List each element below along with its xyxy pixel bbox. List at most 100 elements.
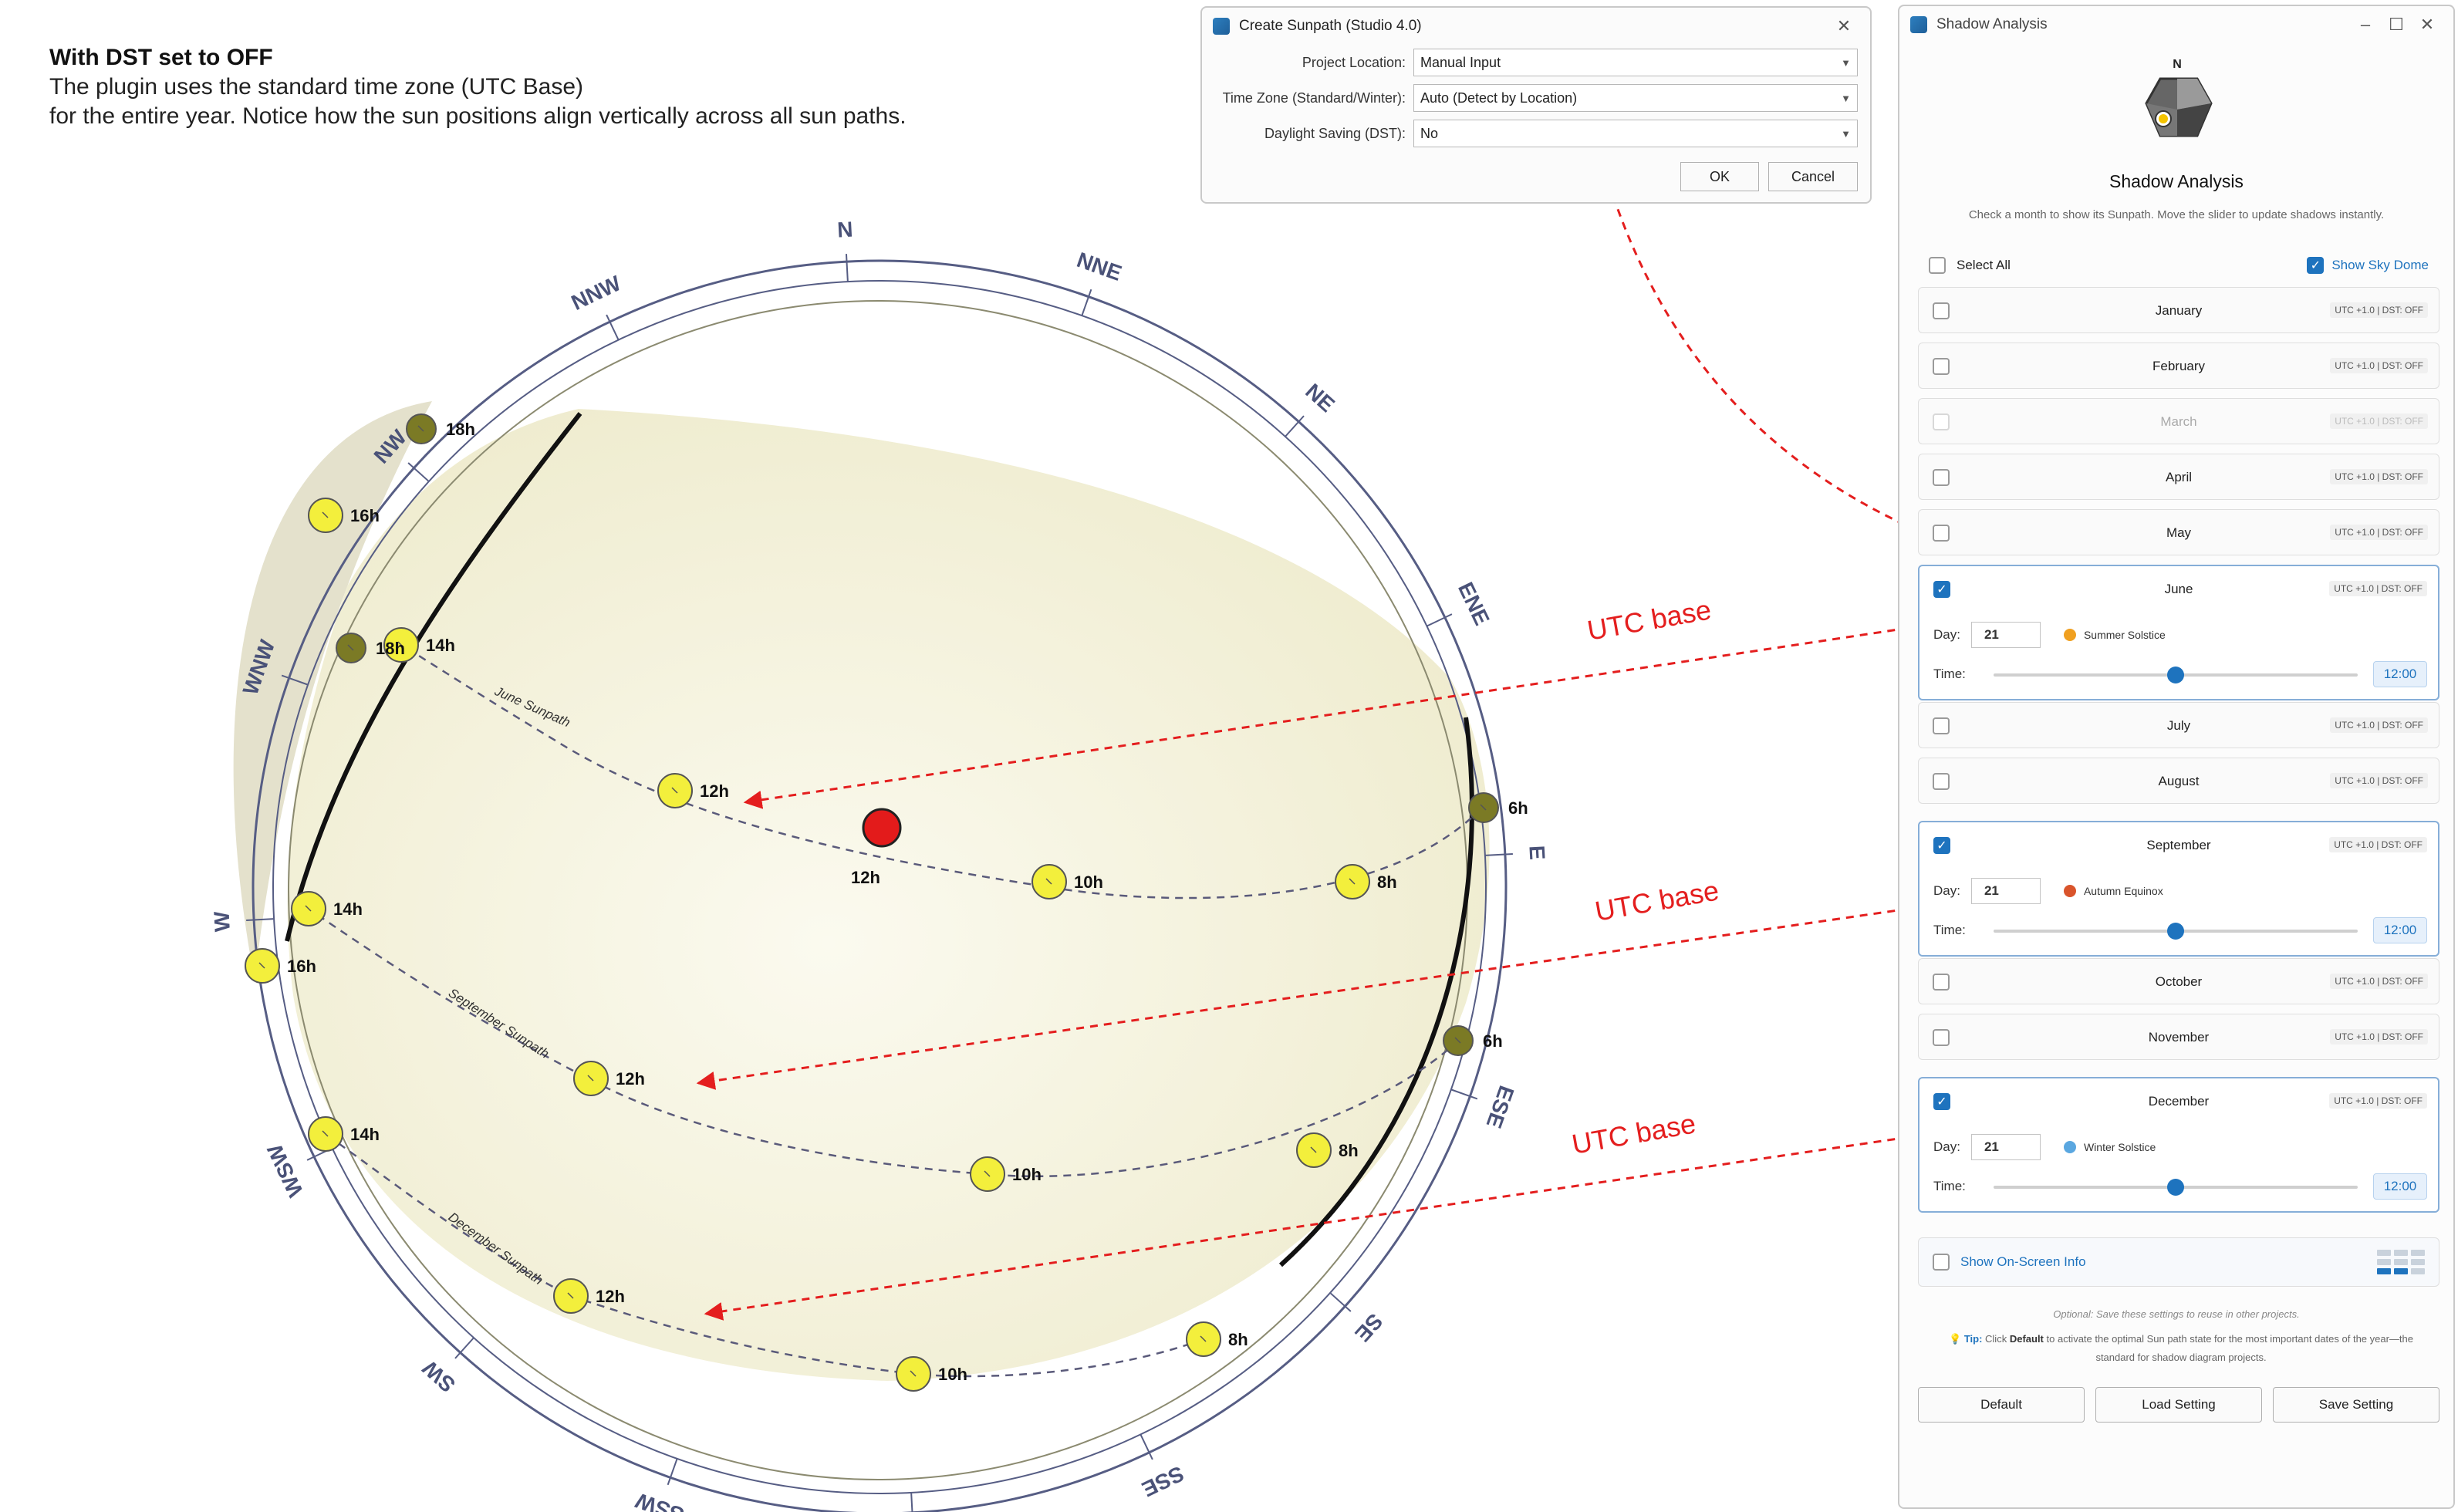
ok-button[interactable]: OK [1680, 162, 1759, 191]
timezone-badge: UTC +1.0 | DST: OFF [2330, 1029, 2428, 1045]
close-icon[interactable]: ✕ [1828, 16, 1859, 36]
sky-dome [233, 401, 1490, 1381]
time-value[interactable]: 12:00 [2373, 917, 2427, 943]
month-card[interactable]: February UTC +1.0 | DST: OFF [1918, 343, 2439, 389]
cancel-button[interactable]: Cancel [1768, 162, 1858, 191]
month-card[interactable]: October UTC +1.0 | DST: OFF [1918, 958, 2439, 1004]
compass-label: NNE [1074, 248, 1125, 285]
event-icon [2063, 1141, 2076, 1153]
field-select[interactable]: Manual Input ▼ [1413, 49, 1858, 76]
month-card[interactable]: January UTC +1.0 | DST: OFF [1918, 287, 2439, 333]
hour-label: 8h [1377, 872, 1397, 892]
time-value[interactable]: 12:00 [2373, 661, 2427, 687]
tip-text: 💡 Tip: Click Default to activate the opt… [1930, 1330, 2432, 1367]
tip-post: to activate the optimal Sun path state f… [2046, 1333, 2413, 1363]
time-value[interactable]: 12:00 [2373, 1173, 2427, 1200]
month-card[interactable]: ✓ June UTC +1.0 | DST: OFF Day: 21 Summer Sol… [1918, 565, 2439, 700]
timezone-badge: UTC +1.0 | DST: OFF [2330, 358, 2428, 373]
dialog-titlebar: Create Sunpath (Studio 4.0) ✕ [1202, 8, 1870, 45]
day-input[interactable]: 21 [1970, 622, 2041, 648]
day-row: Day: 21 Autumn Equinox [1933, 878, 2163, 904]
timezone-badge: UTC +1.0 | DST: OFF [2330, 525, 2428, 540]
maximize-icon[interactable]: ☐ [2381, 15, 2412, 35]
hour-label: 6h [1508, 798, 1528, 818]
compass-label: W [209, 910, 234, 933]
tip-default-word: Default [2009, 1333, 2044, 1345]
dialog-buttons: OK Cancel [1680, 162, 1858, 191]
hour-label: 8h [1228, 1330, 1248, 1349]
time-label: Time: [1933, 923, 1966, 937]
time-row: Time: 12:00 [1933, 659, 2427, 690]
time-slider[interactable] [1994, 923, 2358, 940]
utc-base-label: UTC base [1592, 874, 1721, 927]
save-setting-button[interactable]: Save Setting [2273, 1387, 2439, 1423]
hour-label: 16h [287, 957, 316, 976]
show-sky-dome-checkbox[interactable]: ✓ [2307, 257, 2325, 274]
tip-label: Tip: [1963, 1333, 1983, 1345]
month-card[interactable]: August UTC +1.0 | DST: OFF [1918, 758, 2439, 804]
month-card[interactable]: March UTC +1.0 | DST: OFF [1918, 398, 2439, 444]
show-onscreen-info-row: Show On-Screen Info [1918, 1237, 2439, 1287]
dialog-fields: Project Location: Manual Input ▼ Time Zone … [1202, 45, 1870, 151]
compass-label: NNW [568, 271, 625, 315]
month-card[interactable]: July UTC +1.0 | DST: OFF [1918, 702, 2439, 748]
footer-buttons: Default Load Setting Save Setting [1918, 1387, 2439, 1423]
panel-title: Shadow Analysis [2109, 171, 2244, 191]
field-select[interactable]: Auto (Detect by Location) ▼ [1413, 84, 1858, 112]
event-icon [2063, 629, 2076, 641]
minimize-icon[interactable]: – [2350, 15, 2381, 35]
month-card[interactable]: ✓ December UTC +1.0 | DST: OFF Day: 21 Winter… [1918, 1077, 2439, 1213]
month-card[interactable]: ✓ September UTC +1.0 | DST: OFF Day: 21 Autum… [1918, 821, 2439, 957]
day-row: Day: 21 Winter Solstice [1933, 1134, 2156, 1160]
close-icon[interactable]: ✕ [2412, 15, 2443, 35]
compass-label: SSE [1138, 1461, 1187, 1501]
hour-label: 14h [333, 899, 363, 919]
time-slider[interactable] [1994, 1179, 2358, 1196]
compass-label: ESE [1482, 1082, 1519, 1131]
slider-thumb[interactable] [2167, 1179, 2184, 1196]
time-slider[interactable] [1994, 667, 2358, 683]
load-setting-button[interactable]: Load Setting [2095, 1387, 2262, 1423]
field-select[interactable]: No ▼ [1413, 120, 1858, 147]
event-icon [2063, 885, 2076, 897]
hour-label: 14h [426, 636, 455, 655]
month-card[interactable]: May UTC +1.0 | DST: OFF [1918, 509, 2439, 555]
save-settings-note: Optional: Save these settings to reuse i… [2053, 1308, 2300, 1320]
slider-thumb[interactable] [2167, 667, 2184, 683]
hour-label: 12h [700, 781, 729, 801]
slider-thumb[interactable] [2167, 923, 2184, 940]
field-value: No [1420, 125, 1439, 141]
field-label: Project Location: [1302, 54, 1406, 70]
window-title: Shadow Analysis [1936, 16, 2048, 32]
day-row: Day: 21 Summer Solstice [1933, 622, 2166, 648]
day-input[interactable]: 21 [1970, 878, 2041, 904]
hour-label: 16h [350, 506, 380, 525]
annotation: With DST set to OFF The plugin uses the … [49, 43, 907, 131]
event-label: Autumn Equinox [2083, 885, 2163, 897]
chevron-down-icon: ▼ [1841, 56, 1851, 69]
event-label: Summer Solstice [2083, 629, 2166, 641]
compass-label: N [836, 218, 853, 242]
utc-base-label: UTC base [1585, 593, 1714, 646]
time-row: Time: 12:00 [1933, 1171, 2427, 1202]
field-value: Manual Input [1420, 54, 1501, 70]
month-card[interactable]: April UTC +1.0 | DST: OFF [1918, 454, 2439, 500]
field-row: Time Zone (Standard/Winter): Auto (Detect… [1202, 80, 1870, 116]
default-button[interactable]: Default [1918, 1387, 2085, 1423]
compass-tick [845, 254, 849, 282]
compass-label: SE [1350, 1309, 1387, 1347]
chevron-down-icon: ▼ [1841, 127, 1851, 140]
select-all-checkbox[interactable] [1929, 257, 1946, 274]
logo-north-label: N [2173, 58, 2182, 71]
panel-subtitle: Check a month to show its Sunpath. Move … [1968, 208, 2385, 221]
annotation-title: With DST set to OFF [49, 45, 273, 70]
show-onscreen-info-checkbox[interactable] [1933, 1254, 1950, 1271]
select-all-row: Select All ✓ Show Sky Dome [1918, 248, 2439, 282]
compass-label: SW [417, 1355, 460, 1397]
month-card[interactable]: November UTC +1.0 | DST: OFF [1918, 1014, 2439, 1060]
hour-label: 10h [1074, 872, 1103, 892]
field-label: Daylight Saving (DST): [1264, 125, 1406, 141]
select-all-label: Select All [1957, 258, 2011, 272]
day-input[interactable]: 21 [1970, 1134, 2041, 1160]
hour-label: 14h [350, 1125, 380, 1144]
